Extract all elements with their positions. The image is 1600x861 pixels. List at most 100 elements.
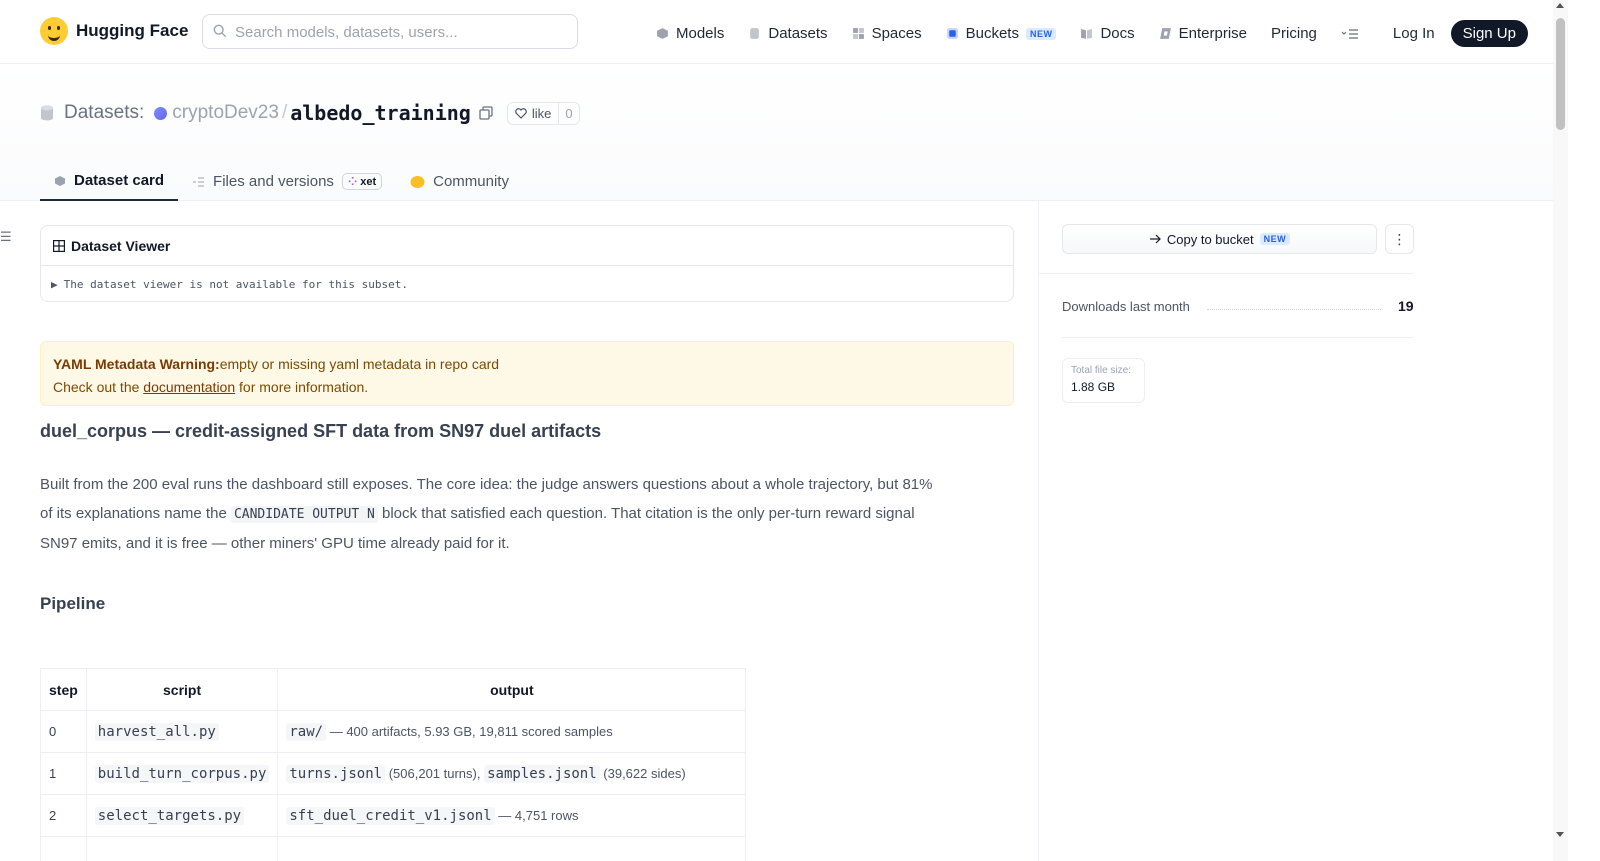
table-icon [53, 239, 65, 252]
repo-owner[interactable]: cryptoDev23 [172, 102, 279, 124]
nav-docs[interactable]: Docs [1080, 22, 1135, 46]
table-row [40, 836, 747, 861]
cube-icon [55, 175, 65, 186]
dataset-viewer-title: Dataset Viewer [71, 237, 171, 254]
table-row: 0 harvest_all.py raw/ — 400 artifacts, 5… [40, 710, 747, 753]
step-cell: 1 [40, 752, 87, 795]
nav-datasets[interactable]: Datasets [748, 22, 828, 46]
nav-models-label: Models [676, 25, 725, 42]
copy-to-bucket-label: Copy to bucket [1166, 231, 1254, 247]
top-navigation-bar: Hugging Face Models Datasets Spaces Buck… [0, 0, 1553, 64]
intro-line-2-post: block that satisfied each question. That… [377, 505, 915, 522]
nav-spaces[interactable]: Spaces [852, 22, 922, 46]
pipeline-table: step script output 0 harvest_all.py raw/… [40, 668, 747, 861]
table-header-row: step script output [40, 668, 747, 711]
warning-title: YAML Metadata Warning: [53, 356, 220, 372]
script-cell: build_turn_corpus.py [94, 764, 270, 783]
output-code: turns.jsonl [286, 764, 386, 783]
viewer-unavailable-message: The dataset viewer is not available for … [63, 278, 408, 291]
new-badge: NEW [1025, 27, 1057, 40]
cube-icon [657, 28, 668, 39]
nav-buckets-label: Buckets [965, 25, 1019, 42]
scrollbar-thumb[interactable] [1556, 18, 1565, 130]
warning-text: empty or missing yaml metadata in repo c… [219, 356, 500, 372]
database-icon [41, 105, 53, 121]
nav-buckets[interactable]: Buckets NEW [946, 22, 1057, 46]
search-icon [213, 24, 227, 38]
scroll-up-icon[interactable] [1556, 3, 1564, 8]
dataset-viewer-header: Dataset Viewer [41, 226, 1013, 266]
column-header-step: step [40, 668, 87, 711]
brand-name: Hugging Face [76, 21, 189, 40]
tab-community[interactable]: Community [396, 162, 523, 201]
script-cell: select_targets.py [94, 806, 245, 825]
files-icon [193, 177, 205, 186]
main-nav: Models Datasets Spaces Buckets NEW Docs … [656, 20, 1528, 47]
nav-enterprise[interactable]: Enterprise [1159, 22, 1247, 46]
repo-header: Datasets: cryptoDev23 / albedo_training … [0, 64, 1553, 201]
step-cell: 2 [40, 794, 87, 837]
output-text: (506,201 turns), [385, 765, 485, 781]
search-input[interactable] [235, 21, 565, 43]
signup-button[interactable]: Sign Up [1450, 20, 1528, 47]
heart-icon [515, 107, 527, 119]
nav-enterprise-label: Enterprise [1178, 25, 1248, 42]
warning-line2-post: for more information. [235, 379, 369, 395]
copy-to-bucket-button[interactable]: Copy to bucket NEW [1062, 224, 1377, 254]
output-code-2: samples.jsonl [484, 764, 600, 783]
intro-line-2-pre: of its explanations name the [40, 505, 231, 522]
tab-dataset-card[interactable]: Dataset card [40, 162, 179, 201]
like-count: 0 [565, 105, 573, 121]
search-box[interactable] [202, 14, 578, 49]
nav-spaces-label: Spaces [871, 25, 922, 42]
nav-pricing-label: Pricing [1271, 25, 1317, 42]
grid-icon [852, 28, 864, 39]
pipeline-heading: Pipeline [40, 594, 106, 613]
sidebar-divider [1062, 337, 1414, 338]
viewer-unavailable-details[interactable]: ▶ The dataset viewer is not available fo… [41, 266, 1013, 303]
like-label: like [531, 105, 552, 121]
owner-avatar[interactable] [154, 106, 168, 120]
column-divider [1038, 201, 1039, 861]
database-icon [750, 28, 760, 39]
kebab-icon: ⋮ [1392, 230, 1407, 247]
like-action[interactable]: like [508, 102, 560, 124]
more-menu-icon[interactable] [1341, 28, 1359, 40]
downloads-label: Downloads last month [1062, 299, 1190, 314]
xet-badge: ⁘ xet [341, 173, 383, 190]
intro-line-1: Built from the 200 eval runs the dashboa… [40, 476, 933, 493]
column-header-script: script [85, 668, 279, 711]
output-code: raw/ [286, 722, 327, 741]
repo-tabs: Dataset card Files and versions ⁘ xet Co… [40, 162, 523, 201]
intro-line-3: SN97 emits, and it is free — other miner… [40, 535, 510, 552]
output-text: — 400 artifacts, 5.93 GB, 19,811 scored … [326, 723, 613, 739]
step-cell: 0 [40, 710, 87, 753]
enterprise-icon [1159, 28, 1171, 39]
nav-pricing[interactable]: Pricing [1271, 22, 1317, 46]
repo-separator: / [281, 102, 288, 123]
table-row: 2 select_targets.py sft_duel_credit_v1.j… [40, 794, 747, 837]
xet-badge-label: xet [360, 176, 377, 188]
nav-datasets-label: Datasets [768, 25, 828, 42]
documentation-link[interactable]: documentation [143, 379, 235, 395]
tab-files-and-versions[interactable]: Files and versions ⁘ xet [178, 162, 396, 201]
arrow-right-icon [1149, 234, 1161, 244]
repo-title: Datasets: cryptoDev23 / albedo_training … [40, 100, 580, 126]
book-icon [1081, 29, 1093, 39]
sidebar-toggle-icon[interactable]: ☰ [0, 229, 12, 245]
scroll-down-icon[interactable] [1556, 832, 1564, 837]
tab-files-label: Files and versions [213, 173, 334, 190]
sidebar-divider [1038, 273, 1414, 274]
disclosure-triangle-icon: ▶ [51, 278, 58, 291]
card-intro-paragraph: Built from the 200 eval runs the dashboa… [40, 470, 970, 558]
like-button[interactable]: like 0 [506, 101, 580, 125]
repo-name[interactable]: albedo_training [290, 101, 471, 125]
logo[interactable]: Hugging Face [40, 17, 188, 45]
login-link[interactable]: Log In [1393, 25, 1435, 42]
file-size-value: 1.88 GB [1071, 380, 1116, 394]
new-badge: NEW [1259, 233, 1291, 245]
more-options-button[interactable]: ⋮ [1385, 224, 1414, 254]
repo-type-label[interactable]: Datasets: [64, 102, 144, 124]
copy-icon[interactable] [479, 106, 493, 120]
nav-models[interactable]: Models [656, 22, 724, 46]
